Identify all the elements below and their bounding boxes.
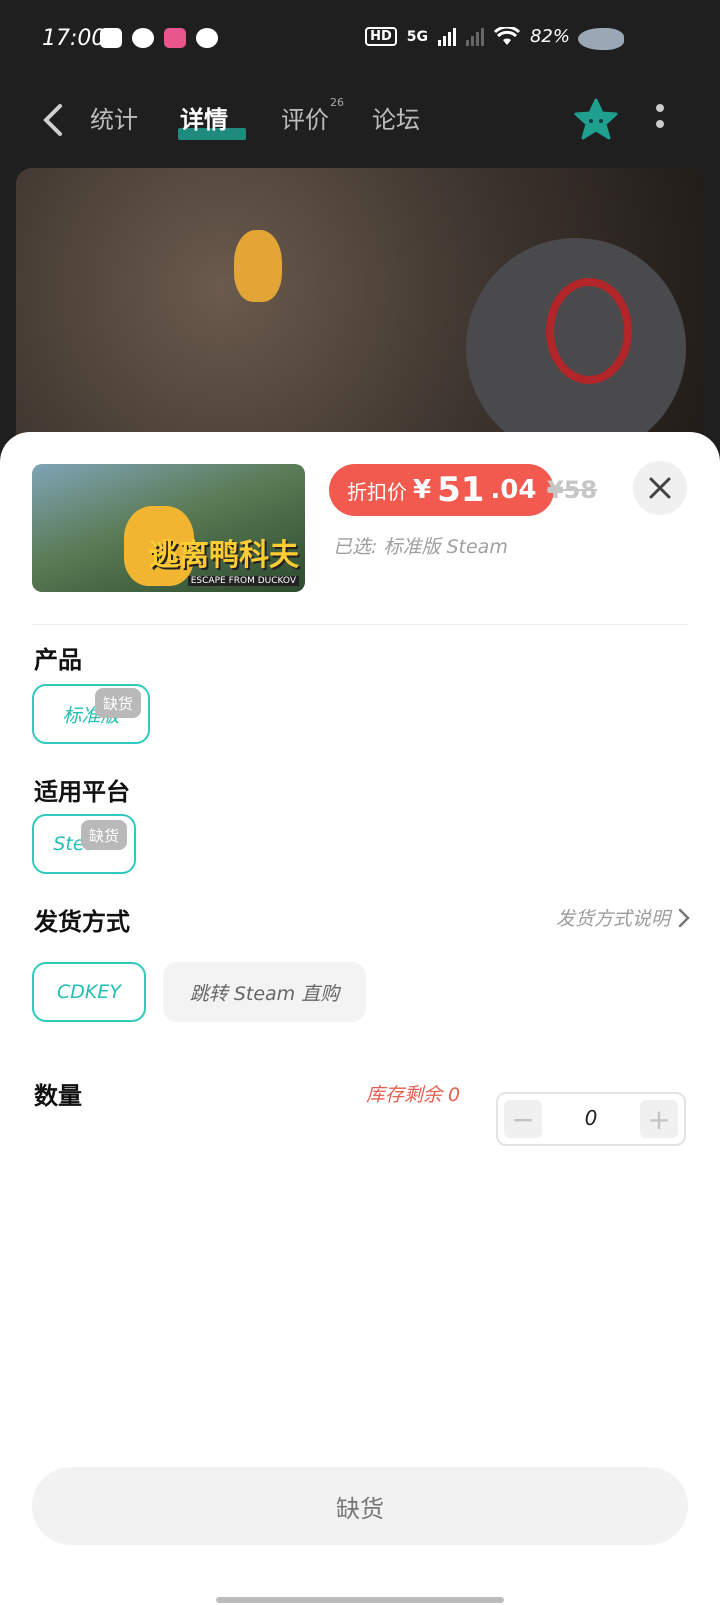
favorite-star-icon[interactable] xyxy=(572,96,620,144)
option-steam-direct[interactable]: 跳转 Steam 直购 xyxy=(163,962,366,1022)
chevron-right-icon xyxy=(678,908,690,927)
delivery-section-label: 发货方式 xyxy=(34,908,130,936)
duck-figure xyxy=(234,230,282,302)
status-time: 17:00 xyxy=(42,26,106,51)
more-options-icon[interactable] xyxy=(656,104,666,136)
delivery-help-link[interactable]: 发货方式说明 xyxy=(556,904,690,931)
thumbnail-subtitle: ESCAPE FROM DUCKOV xyxy=(187,576,299,586)
back-arrow-icon[interactable] xyxy=(38,102,68,138)
signal-2-icon xyxy=(465,27,484,46)
status-indicators: HD 5G 82% xyxy=(365,26,570,47)
quantity-section-label: 数量 xyxy=(34,1082,82,1110)
message-icon xyxy=(196,28,218,48)
hd-icon: HD xyxy=(365,27,397,46)
product-section-label: 产品 xyxy=(34,646,82,674)
status-bar: 17:00 HD 5G 82% xyxy=(0,0,720,80)
quantity-value: 0 xyxy=(584,1106,598,1130)
price-currency: ¥ xyxy=(413,475,432,505)
divider xyxy=(32,624,688,625)
stock-remaining: 库存剩余 0 xyxy=(366,1084,461,1106)
price-integer: 51 xyxy=(437,470,485,510)
valve-wheel xyxy=(546,278,632,384)
increment-button[interactable]: + xyxy=(640,1100,678,1138)
tab-stats[interactable]: 统计 xyxy=(90,100,138,135)
notification-icons xyxy=(100,28,218,48)
battery-level: 82% xyxy=(529,26,570,47)
delivery-help-text: 发货方式说明 xyxy=(555,908,670,930)
wifi-icon xyxy=(493,26,520,45)
out-of-stock-tag: 缺货 xyxy=(81,820,128,850)
tab-forum[interactable]: 论坛 xyxy=(372,100,420,135)
discount-label: 折扣价 xyxy=(347,479,407,504)
out-of-stock-tag: 缺货 xyxy=(95,688,142,718)
selected-variant: 已选: 标准版 Steam xyxy=(333,536,508,558)
price-decimal: .04 xyxy=(490,475,537,505)
bilibili-icon xyxy=(164,28,186,48)
discount-price-badge: 折扣价 ¥51.04 xyxy=(329,464,555,516)
original-price: ¥58 xyxy=(547,476,598,504)
signal-icon xyxy=(437,27,456,46)
decrement-button[interactable]: − xyxy=(504,1100,542,1138)
option-label: CDKEY xyxy=(57,981,121,1003)
tab-reviews[interactable]: 评价 xyxy=(281,100,329,135)
tv-app-icon xyxy=(100,28,122,48)
network-type: 5G xyxy=(406,28,428,45)
purchase-sheet: 逃离鸭科夫 ESCAPE FROM DUCKOV 折扣价 ¥51.04 ¥58 … xyxy=(0,432,720,1605)
close-button[interactable] xyxy=(633,461,687,515)
fish-battery-icon xyxy=(578,28,624,50)
tab-details[interactable]: 详情 xyxy=(180,100,228,135)
quantity-stepper[interactable]: − 0 + xyxy=(496,1092,686,1146)
wechat-icon xyxy=(132,28,154,48)
thumbnail-title: 逃离鸭科夫 xyxy=(149,538,299,573)
home-indicator[interactable] xyxy=(216,1597,504,1603)
platform-section-label: 适用平台 xyxy=(34,778,130,806)
option-cdkey[interactable]: CDKEY xyxy=(32,962,146,1022)
reviews-count-badge: 26 xyxy=(330,96,344,109)
product-thumbnail: 逃离鸭科夫 ESCAPE FROM DUCKOV xyxy=(32,464,305,592)
out-of-stock-button[interactable]: 缺货 xyxy=(32,1467,688,1545)
option-label: 跳转 Steam 直购 xyxy=(189,982,340,1005)
close-icon xyxy=(649,477,671,499)
game-screenshot xyxy=(16,168,704,468)
top-nav: 统计 详情 评价 26 论坛 xyxy=(0,90,720,150)
